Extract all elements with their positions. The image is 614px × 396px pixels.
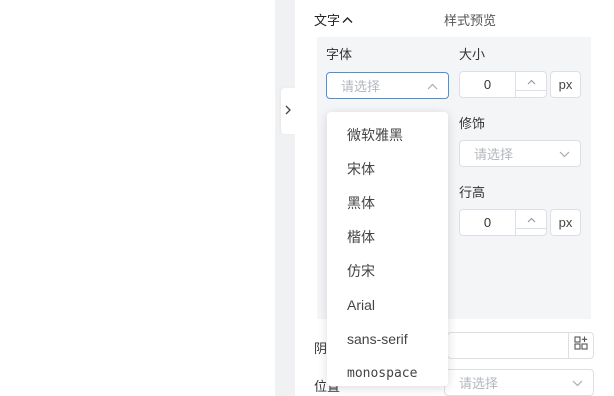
size-value[interactable]: 0 — [460, 72, 515, 97]
decoration-label: 修饰 — [459, 116, 486, 131]
chevron-up-icon — [342, 12, 353, 27]
shadow-add-button[interactable] — [568, 332, 594, 359]
increment-button[interactable] — [516, 210, 546, 228]
add-widget-icon — [574, 336, 588, 355]
decrement-button[interactable] — [516, 90, 546, 97]
size-unit: px — [550, 71, 581, 98]
chevron-down-icon — [527, 229, 536, 235]
chevron-right-icon — [284, 102, 292, 120]
increment-button[interactable] — [516, 72, 546, 90]
line-height-number-input[interactable]: 0 — [459, 209, 547, 236]
canvas-area — [0, 0, 275, 396]
chevron-down-icon — [527, 91, 536, 97]
font-select-placeholder: 请选择 — [341, 79, 381, 94]
chevron-up-icon — [527, 210, 536, 228]
font-option[interactable]: monospace — [327, 356, 448, 390]
line-height-unit: px — [550, 209, 581, 236]
position-select[interactable]: 请选择 — [444, 369, 594, 396]
line-height-label: 行高 — [459, 185, 486, 200]
font-option[interactable]: 微软雅黑 — [327, 118, 448, 152]
font-dropdown-menu: 微软雅黑 宋体 黑体 楷体 仿宋 Arial sans-serif monosp… — [327, 112, 448, 386]
font-option[interactable]: 楷体 — [327, 220, 448, 254]
chevron-down-icon — [559, 146, 570, 161]
shadow-input[interactable] — [447, 332, 569, 359]
font-option[interactable]: 宋体 — [327, 152, 448, 186]
chevron-up-icon — [427, 78, 438, 93]
text-section-title: 文字 — [314, 13, 341, 28]
line-height-value[interactable]: 0 — [460, 210, 515, 235]
size-number-input[interactable]: 0 — [459, 71, 547, 98]
font-select[interactable]: 请选择 — [326, 72, 449, 99]
font-option[interactable]: 仿宋 — [327, 254, 448, 288]
size-stepper — [515, 72, 546, 97]
line-height-stepper — [515, 210, 546, 235]
shadow-label: 阴 — [314, 341, 328, 356]
text-section-toggle[interactable]: 文字 — [314, 10, 353, 29]
position-select-placeholder: 请选择 — [459, 376, 499, 391]
decrement-button[interactable] — [516, 228, 546, 235]
font-option[interactable]: Arial — [327, 288, 448, 322]
collapse-panel-button[interactable] — [281, 88, 295, 134]
font-option[interactable]: sans-serif — [327, 322, 448, 356]
chevron-down-icon — [572, 375, 583, 390]
decoration-select-placeholder: 请选择 — [474, 147, 514, 162]
decoration-select[interactable]: 请选择 — [459, 140, 581, 167]
chevron-up-icon — [527, 72, 536, 90]
font-label: 字体 — [326, 47, 353, 62]
font-option[interactable]: 黑体 — [327, 186, 448, 220]
size-label: 大小 — [459, 47, 486, 62]
panel-gutter — [275, 0, 295, 396]
style-preview-title: 样式预览 — [444, 13, 497, 28]
